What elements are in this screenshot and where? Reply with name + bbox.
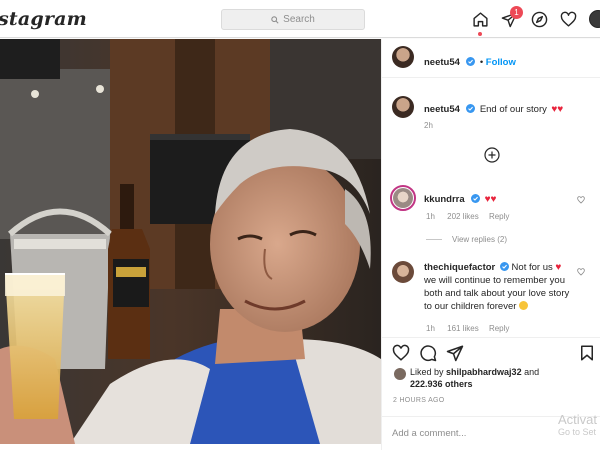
liked-by-line-2: 222.936 others [410, 378, 473, 390]
comment-1: kkundrra ♥♥ [424, 189, 496, 207]
liker-avatar[interactable] [394, 368, 406, 380]
instagram-logo[interactable]: stagram [0, 8, 87, 30]
home-icon[interactable] [470, 9, 490, 29]
like-comment-heart-icon[interactable] [577, 268, 585, 276]
home-active-indicator [478, 32, 482, 36]
liked-by-line-1: Liked by shilpabhardwaj32 and [410, 366, 539, 378]
comment-likes[interactable]: 202 likes [447, 212, 479, 221]
comment-bubble-icon[interactable] [419, 344, 437, 362]
post-header: neetu54 • Follow [382, 39, 600, 78]
like-comment-heart-icon[interactable] [577, 196, 585, 204]
comment-likes[interactable]: 161 likes [447, 324, 479, 333]
post-photo[interactable] [0, 39, 381, 444]
share-paper-plane-icon[interactable] [446, 344, 464, 362]
red-heart-emoji-icon: ♥♥ [551, 104, 564, 115]
watermark-line-1: Activat [558, 412, 598, 427]
verified-badge-icon [499, 262, 509, 271]
view-replies-divider [426, 239, 442, 240]
pleading-face-emoji-icon [519, 301, 529, 310]
post-side-panel: neetu54 • Follow neetu54 End of our stor… [381, 39, 600, 450]
author-username[interactable]: neetu54 [424, 57, 460, 68]
view-replies-button[interactable]: View replies (2) [452, 235, 507, 244]
others-count[interactable]: 222.936 others [410, 379, 473, 389]
bookmark-icon[interactable] [578, 344, 596, 362]
verified-badge-icon [466, 104, 476, 113]
reply-button[interactable]: Reply [489, 212, 509, 221]
commenter-avatar[interactable] [393, 188, 413, 208]
post-modal: neetu54 • Follow neetu54 End of our stor… [0, 39, 600, 450]
verified-badge-icon [466, 57, 476, 66]
liked-by-prefix: Liked by [410, 367, 444, 377]
caption-text: End of our story [479, 104, 547, 115]
search-icon [271, 15, 279, 24]
author-avatar[interactable] [392, 46, 414, 68]
post-timestamp[interactable]: 2 HOURS AGO [393, 397, 445, 404]
activity-heart-icon[interactable] [558, 9, 578, 29]
verified-badge-icon [471, 194, 481, 203]
search-input[interactable]: Search [221, 9, 365, 30]
reply-button[interactable]: Reply [489, 324, 509, 333]
comment-meta: 1h 161 likes Reply [426, 324, 509, 333]
caption-avatar[interactable] [392, 96, 414, 118]
add-comment-input[interactable]: Add a comment... [392, 428, 466, 439]
comment-text: Not for us [511, 262, 553, 273]
watermark-line-2: Go to Set [558, 427, 597, 437]
commenter-avatar[interactable] [392, 261, 414, 283]
comment-time: 1h [426, 212, 435, 221]
comment-username[interactable]: thechiquefactor [424, 262, 495, 273]
top-navigation-bar: stagram Search 1 [0, 0, 600, 38]
windows-activation-watermark: Activat Go to Set [558, 413, 597, 439]
comment-time: 1h [426, 324, 435, 333]
notification-badge: 1 [510, 6, 523, 19]
liked-by-and: and [524, 367, 540, 377]
explore-icon[interactable] [529, 9, 549, 29]
comment-username[interactable]: kkundrra [424, 194, 465, 205]
load-more-comments-icon[interactable] [484, 147, 500, 163]
comment-text-continued: we will continue to remember you both an… [424, 275, 570, 312]
caption: neetu54 End of our story ♥♥ [424, 99, 563, 117]
caption-username[interactable]: neetu54 [424, 104, 460, 115]
liked-by-username[interactable]: shilpabhardwaj32 [446, 367, 522, 377]
search-placeholder: Search [283, 14, 315, 25]
like-heart-icon[interactable] [392, 344, 410, 362]
comment-2: thechiquefactor Not for us ♥ we will con… [424, 261, 592, 313]
follow-button[interactable]: Follow [486, 57, 516, 68]
post-action-bar [382, 337, 600, 365]
caption-time: 2h [424, 121, 433, 130]
profile-avatar[interactable] [589, 10, 600, 28]
comment-meta: 1h 202 likes Reply [426, 212, 509, 221]
red-heart-emoji-icon: ♥♥ [484, 194, 497, 205]
post-photo-image [0, 39, 381, 444]
red-heart-emoji-icon: ♥ [555, 262, 562, 273]
